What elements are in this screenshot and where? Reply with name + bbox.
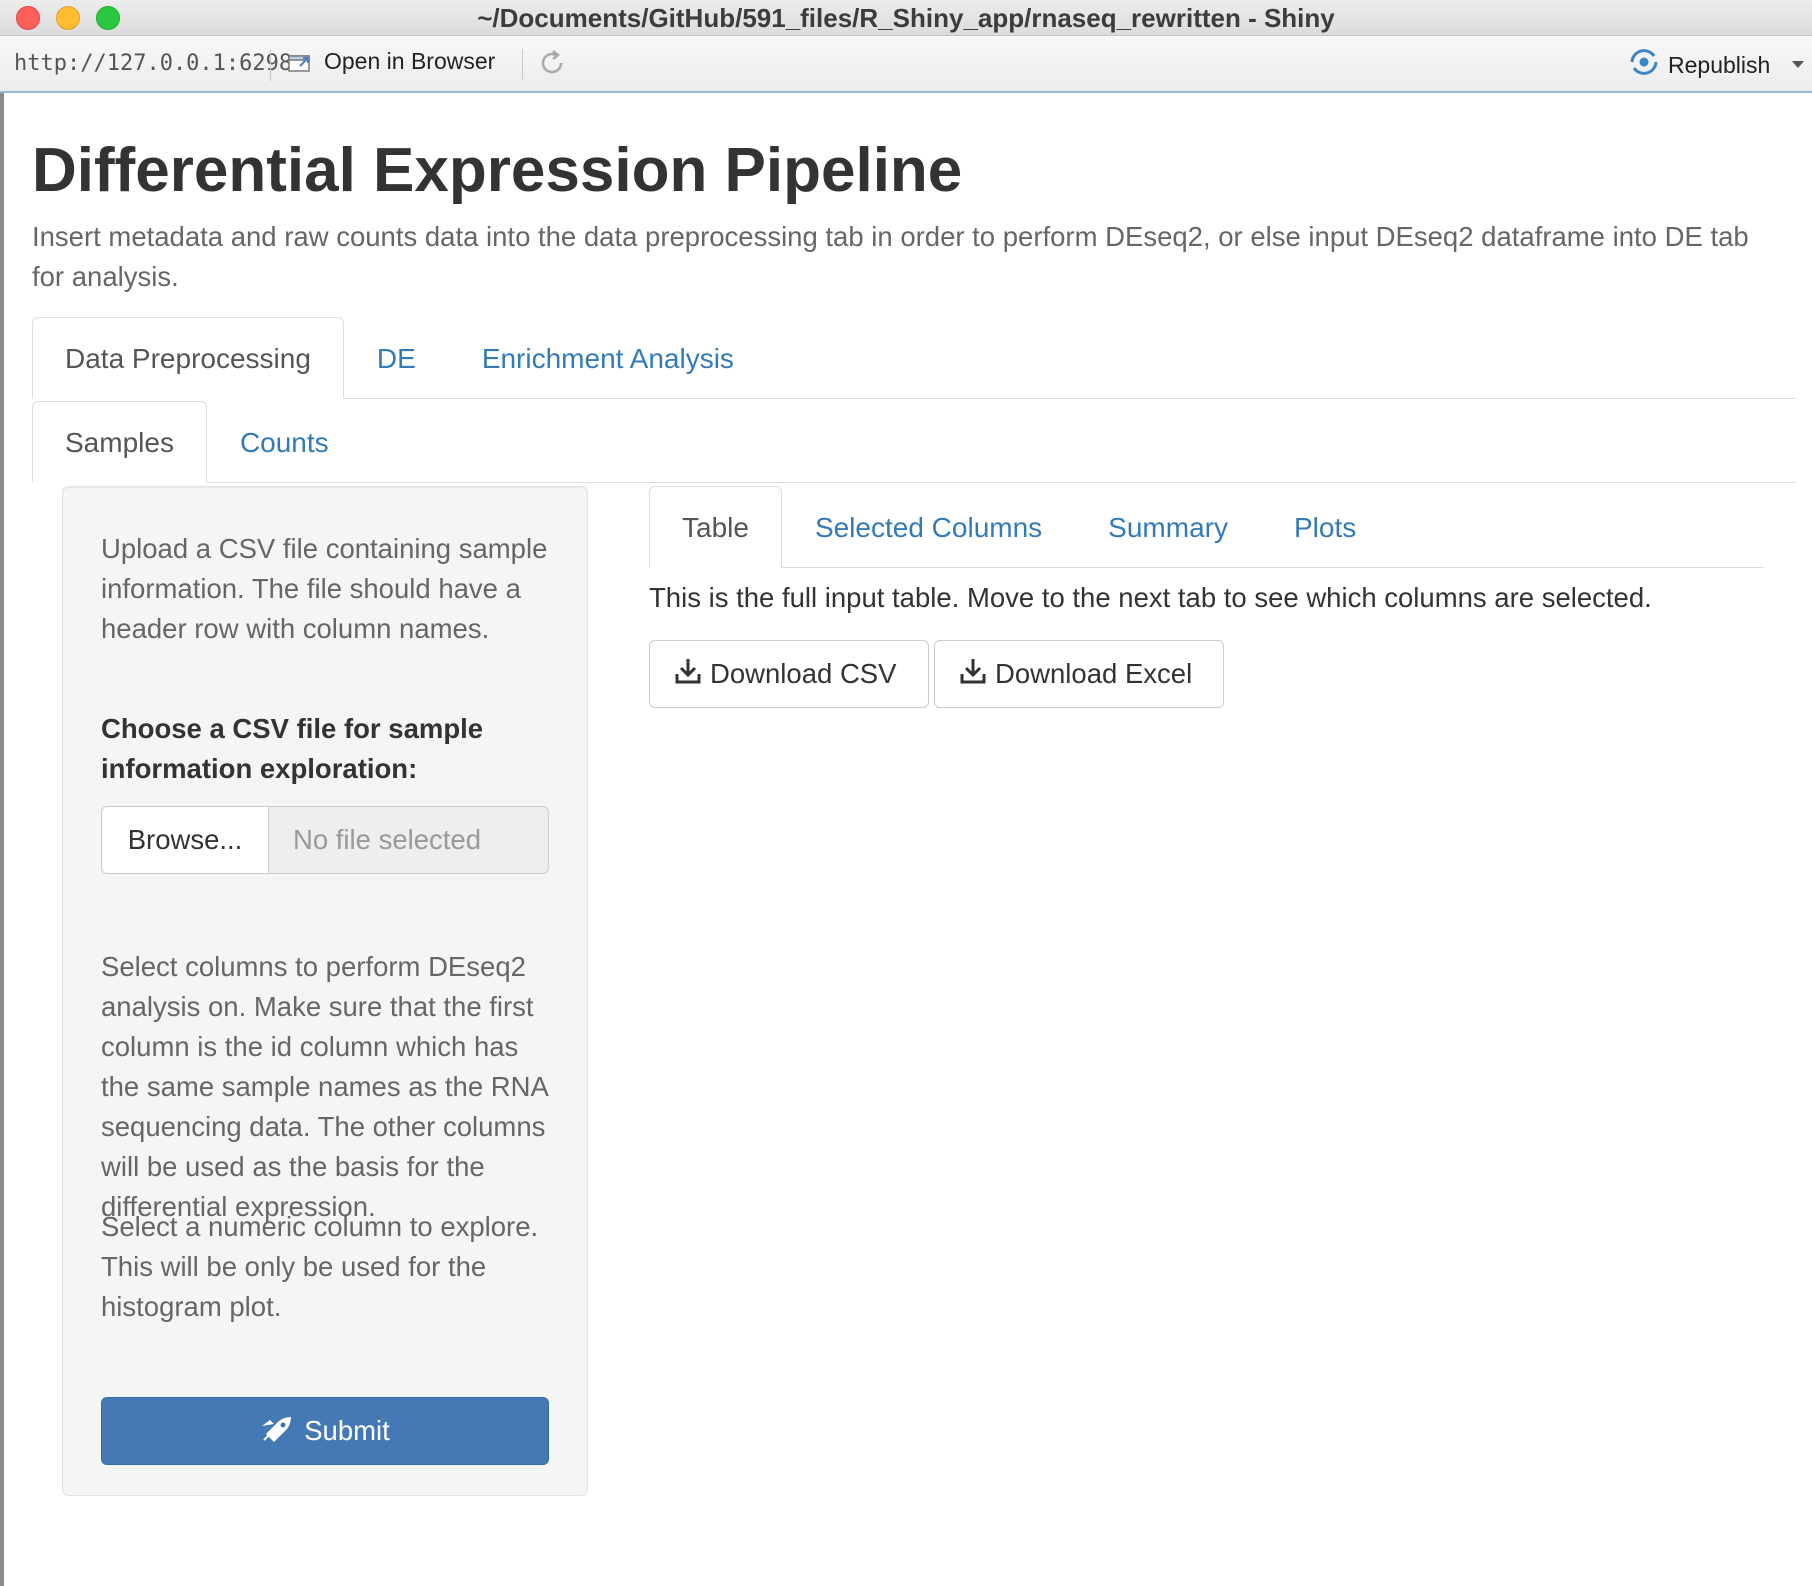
- submit-button[interactable]: Submit: [101, 1397, 549, 1465]
- download-csv-button[interactable]: Download CSV: [649, 640, 929, 708]
- columns-help-text: Select columns to perform DEseq2 analysi…: [101, 951, 548, 1222]
- shiny-app: Differential Expression Pipeline Insert …: [4, 95, 1812, 1586]
- page-title: Differential Expression Pipeline: [32, 136, 963, 205]
- republish-label: Republish: [1668, 51, 1771, 78]
- refresh-icon[interactable]: [536, 47, 568, 79]
- toolbar-divider: [522, 49, 523, 81]
- sub-tabs: Samples Counts: [32, 401, 1796, 483]
- download-excel-label: Download Excel: [995, 658, 1193, 689]
- numeric-column-help-text: Select a numeric column to explore. This…: [101, 1211, 539, 1322]
- download-excel-button[interactable]: Download Excel: [934, 640, 1224, 708]
- download-csv-label: Download CSV: [710, 658, 897, 689]
- main-tabs: Data Preprocessing DE Enrichment Analysi…: [32, 317, 1796, 399]
- download-icon: [959, 657, 987, 692]
- sidebar-panel: Upload a CSV file containing sample info…: [62, 486, 588, 1496]
- republish-menu-chevron-down-icon[interactable]: [1792, 61, 1804, 68]
- open-in-browser-label: Open in Browser: [324, 48, 496, 74]
- tab-selected-columns[interactable]: Selected Columns: [782, 486, 1075, 568]
- url-display[interactable]: http://127.0.0.1:6298: [14, 51, 292, 76]
- file-input-label: Choose a CSV file for sample information…: [101, 713, 484, 784]
- tab-table[interactable]: Table: [649, 486, 782, 568]
- viewer-toolbar: http://127.0.0.1:6298 Open in Browser Re…: [0, 37, 1812, 93]
- upload-help-text: Upload a CSV file containing sample info…: [101, 533, 548, 644]
- toolbar-divider: [270, 49, 271, 81]
- tab-counts[interactable]: Counts: [207, 401, 362, 483]
- browse-button[interactable]: Browse...: [101, 806, 269, 874]
- window-titlebar: ~/Documents/GitHub/591_files/R_Shiny_app…: [0, 0, 1812, 36]
- tab-summary[interactable]: Summary: [1075, 486, 1261, 568]
- window-title: ~/Documents/GitHub/591_files/R_Shiny_app…: [477, 3, 1335, 33]
- republish-icon: [1628, 48, 1660, 82]
- page-description: Insert metadata and raw counts data into…: [32, 221, 1749, 292]
- rocket-icon: [260, 1414, 294, 1449]
- tab-plots[interactable]: Plots: [1261, 486, 1389, 568]
- tab-data-preprocessing[interactable]: Data Preprocessing: [32, 317, 344, 399]
- browser-window-icon: [286, 50, 314, 74]
- tab-samples[interactable]: Samples: [32, 401, 207, 483]
- file-name-field[interactable]: No file selected: [269, 806, 549, 874]
- open-in-browser-button[interactable]: Open in Browser: [286, 48, 495, 75]
- table-note-text: This is the full input table. Move to th…: [649, 582, 1652, 613]
- download-icon: [674, 657, 702, 692]
- republish-button[interactable]: Republish: [1628, 48, 1770, 82]
- tab-de[interactable]: DE: [344, 317, 449, 399]
- output-tabs: Table Selected Columns Summary Plots: [649, 486, 1764, 568]
- file-input: Browse... No file selected: [101, 806, 549, 874]
- tab-enrichment-analysis[interactable]: Enrichment Analysis: [449, 317, 767, 399]
- submit-label: Submit: [304, 1415, 390, 1446]
